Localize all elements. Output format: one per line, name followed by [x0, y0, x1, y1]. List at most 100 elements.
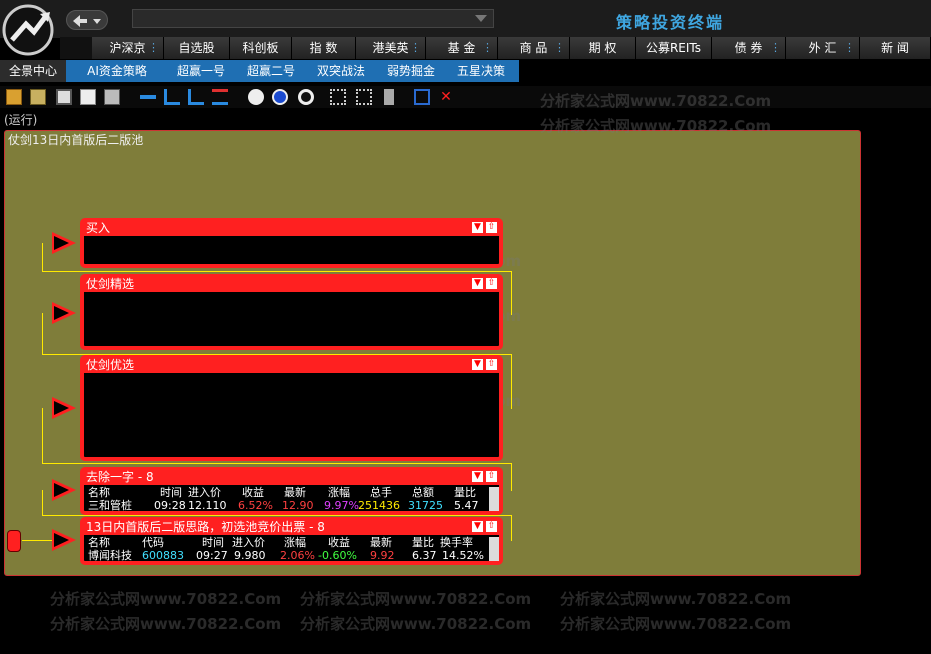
col-header: 收益 — [242, 486, 264, 499]
more-dots-icon: ⋮ — [844, 41, 855, 54]
pause-icon[interactable] — [272, 89, 288, 105]
back-arrow-icon — [73, 15, 101, 27]
app-logo-icon — [2, 4, 54, 56]
tab-ai-fund-strategy[interactable]: AI资金策略 — [76, 60, 158, 82]
cell-gain: 6.52% — [238, 499, 273, 512]
watermark: 分析家公式网www.70822.Com — [560, 615, 792, 633]
menu-forex[interactable]: 外 汇 ⋮ — [786, 37, 860, 59]
tab-weak-dig[interactable]: 弱势掘金 — [378, 60, 444, 82]
menu-label: 科创板 — [242, 41, 279, 55]
menu-label: 基 金 — [447, 41, 476, 55]
dropdown-icon[interactable]: ▼ — [472, 222, 483, 233]
node-title: 13日内首版后二版思路，初选池竞价出票 - 8 — [84, 521, 499, 535]
tab-super-win-1[interactable]: 超赢一号 — [168, 60, 234, 82]
tab-double-breakout[interactable]: 双突战法 — [308, 60, 374, 82]
window-icon[interactable] — [414, 89, 430, 105]
search-input[interactable] — [133, 10, 471, 27]
stop-icon[interactable] — [298, 89, 314, 105]
gate-triangle-icon[interactable] — [52, 302, 76, 324]
menu-bonds[interactable]: 债 券 ⋮ — [712, 37, 786, 59]
menu-reits[interactable]: 公募REITs — [636, 37, 712, 59]
menu-hushenjing[interactable]: 沪深京 ⋮ — [92, 37, 164, 59]
back-forward-button[interactable] — [66, 10, 108, 30]
menu-options[interactable]: 期 权 — [570, 37, 636, 59]
menu-watchlist[interactable]: 自选股 — [164, 37, 230, 59]
gate-triangle-icon[interactable] — [52, 529, 76, 551]
menu-label: 新 闻 — [881, 41, 909, 55]
align-bottom-icon[interactable] — [188, 89, 204, 105]
up-arrow-icon[interactable]: ⇧ — [486, 222, 497, 233]
scrollbar[interactable] — [489, 537, 499, 561]
up-arrow-icon[interactable]: ⇧ — [486, 471, 497, 482]
node-title: 买入 — [84, 222, 499, 236]
canvas-title: 仗剑13日内首版后二版池 — [8, 133, 144, 147]
dropdown-icon[interactable]: ▼ — [472, 521, 483, 532]
cell-name[interactable]: 三和管桩 — [88, 500, 132, 512]
node-select[interactable]: 仗剑精选 ▼ ⇧ — [80, 274, 503, 350]
connector-wire — [42, 463, 512, 464]
step-icon[interactable] — [248, 89, 264, 105]
col-header: 总手 — [370, 486, 392, 499]
zoom-in-icon[interactable] — [330, 89, 346, 105]
up-arrow-icon[interactable]: ⇧ — [486, 521, 497, 532]
connector-wire — [511, 271, 512, 315]
align-center-icon[interactable] — [212, 89, 228, 105]
dropdown-icon[interactable]: ▼ — [472, 359, 483, 370]
menu-fund[interactable]: 基 金 ⋮ — [426, 37, 498, 59]
more-dots-icon: ⋮ — [482, 41, 493, 54]
save-icon[interactable] — [56, 89, 72, 105]
tab-overview[interactable]: 全景中心 — [0, 60, 66, 82]
watermark: 分析家公式网www.70822.Com — [540, 92, 772, 110]
cell-latest: 12.90 — [282, 499, 314, 512]
run-status: (运行) — [4, 113, 38, 127]
connector-wire — [511, 354, 512, 409]
connector-wire — [511, 463, 512, 491]
menu-index[interactable]: 指 数 — [292, 37, 356, 59]
tab-super-win-2[interactable]: 超赢二号 — [238, 60, 304, 82]
col-header: 收益 — [328, 536, 350, 549]
align-top-icon[interactable] — [140, 95, 156, 99]
node-pool[interactable]: 13日内首版后二版思路，初选池竞价出票 - 8 ▼ ⇧ 名称 代码 时间 进入价… — [80, 517, 503, 565]
up-arrow-icon[interactable]: ⇧ — [486, 278, 497, 289]
node-remove[interactable]: 去除一字 - 8 ▼ ⇧ 名称 时间 进入价 收益 最新 涨幅 总手 总额 量比… — [80, 467, 503, 515]
tab-five-star[interactable]: 五星决策 — [448, 60, 514, 82]
watermark: 分析家公式网www.70822.Com — [560, 590, 792, 608]
zoom-out-icon[interactable] — [356, 89, 372, 105]
gate-triangle-icon[interactable] — [52, 232, 76, 254]
copy-icon[interactable] — [104, 89, 120, 105]
dropdown-icon[interactable]: ▼ — [472, 471, 483, 482]
menu-label: 外 汇 — [808, 41, 837, 55]
cell-gain: -0.60% — [318, 549, 357, 562]
cell-ratio: 6.37 — [412, 549, 437, 562]
col-header: 进入价 — [232, 536, 265, 549]
gate-triangle-icon[interactable] — [52, 479, 76, 501]
delete-icon[interactable] — [384, 89, 394, 105]
node-buy[interactable]: 买入 ▼ ⇧ — [80, 218, 503, 268]
up-arrow-icon[interactable]: ⇧ — [486, 359, 497, 370]
strategy-tabs: 全景中心 AI资金策略 超赢一号 超赢二号 双突战法 弱势掘金 五星决策 — [0, 60, 519, 82]
data-source-icon[interactable] — [7, 530, 21, 552]
menu-label: 商 品 — [519, 41, 548, 55]
node-prefer[interactable]: 仗剑优选 ▼ ⇧ — [80, 355, 503, 461]
gate-triangle-icon[interactable] — [52, 397, 76, 419]
search-box[interactable] — [132, 9, 494, 28]
cell-name[interactable]: 博闻科技 — [88, 550, 132, 562]
scrollbar[interactable] — [489, 487, 499, 511]
menu-news[interactable]: 新 闻 — [860, 37, 931, 59]
watermark: 分析家公式网www.70822.Com — [50, 615, 282, 633]
dropdown-arrow-icon[interactable] — [475, 15, 487, 22]
menu-label: 自选股 — [178, 41, 215, 55]
new-folder-icon[interactable] — [6, 89, 22, 105]
cell-turnover: 14.52% — [442, 549, 484, 562]
dropdown-icon[interactable]: ▼ — [472, 278, 483, 289]
menu-hk-us-uk[interactable]: 港美英 ⋮ — [356, 37, 426, 59]
col-header: 涨幅 — [328, 486, 350, 499]
edit-icon[interactable] — [80, 89, 96, 105]
close-icon[interactable]: ✕ — [438, 89, 454, 105]
open-folder-icon[interactable] — [30, 89, 46, 105]
menu-star-market[interactable]: 科创板 — [230, 37, 292, 59]
menu-commodity[interactable]: 商 品 ⋮ — [498, 37, 570, 59]
connector-wire — [22, 540, 52, 541]
menu-label: 港美英 — [372, 41, 409, 55]
align-left-icon[interactable] — [164, 89, 180, 105]
